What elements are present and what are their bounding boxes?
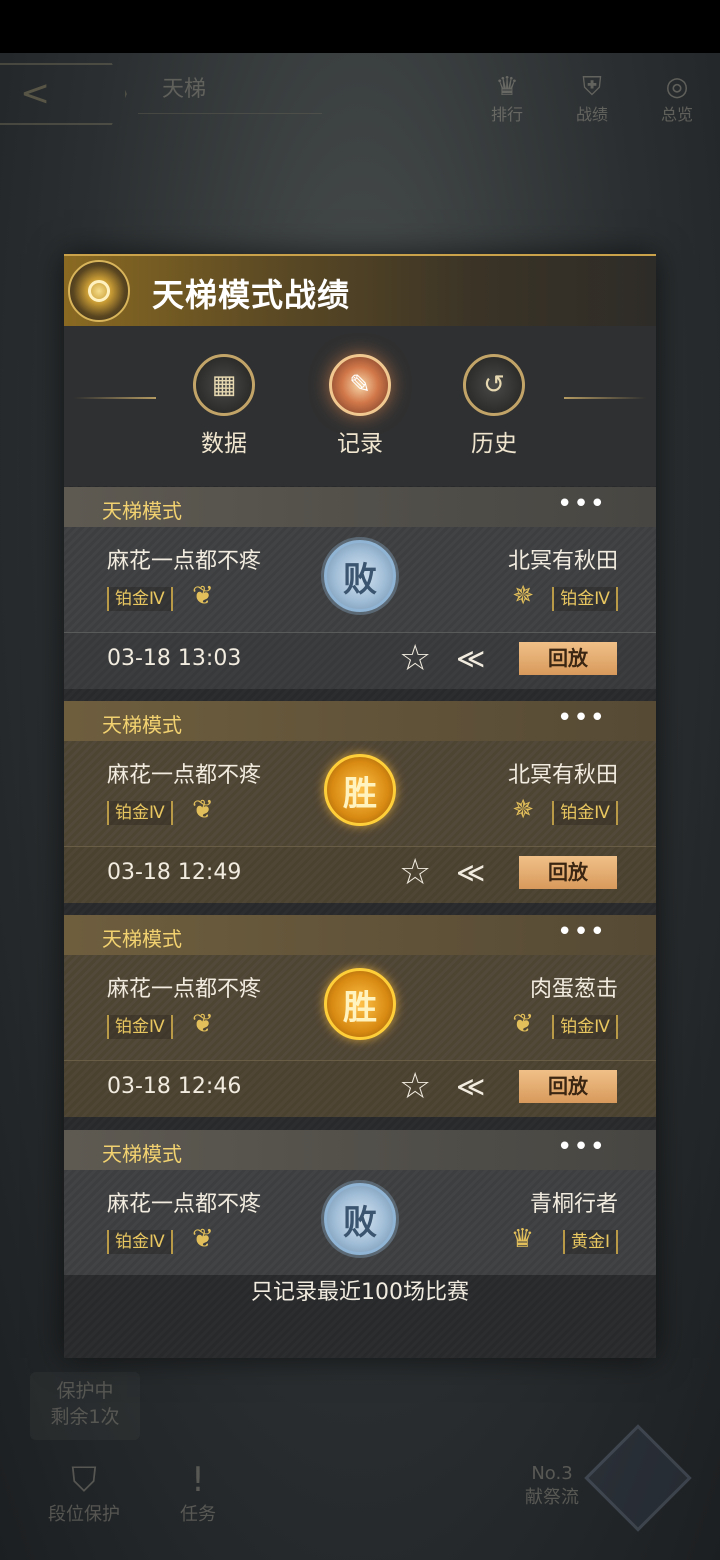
crown-icon: ♛ [510,1224,534,1254]
rank-protect-icon: ⛉ [71,1460,97,1500]
replay-button[interactable]: 回放 [519,642,617,675]
record-footer: 03-18 12:46 ☆ ≪ 回放 [64,1060,656,1117]
class-icon: ❦ [192,1009,214,1039]
match-record[interactable]: 天梯模式 ••• 麻花一点都不疼 铂金Ⅳ ❦ 败 北冥有秋田 ✵ 铂金Ⅳ 03-… [64,487,656,689]
opponent-name: 肉蛋葱击 [529,977,618,1002]
mode-label: 天梯模式 [102,499,182,523]
back-arrow-icon: < [20,73,51,114]
record-header: 天梯模式 ••• [64,915,656,955]
player-rank: 铂金Ⅳ [107,587,173,611]
overview-icon: ◎ [665,72,689,102]
panel-title: 天梯模式战绩 [152,276,351,314]
opponent-rank: 铂金Ⅳ [552,1015,618,1039]
background-title: 天梯 [138,67,322,114]
class-icon: ❦ [192,795,214,825]
record-body: 麻花一点都不疼 铂金Ⅳ ❦ 败 北冥有秋田 ✵ 铂金Ⅳ [64,527,656,632]
class-icon: ❦ [512,1009,534,1039]
divider [564,397,646,399]
result-badge: 败 [324,540,396,612]
overview-button[interactable]: ◎ 总览 [647,73,707,125]
panel-header: 天梯模式战绩 [64,254,656,328]
match-time: 03-18 13:03 [107,646,242,671]
task-button[interactable]: ! 任务 [180,1460,216,1526]
more-button[interactable]: ••• [557,1132,606,1162]
match-record[interactable]: 天梯模式 ••• 麻花一点都不疼 铂金Ⅳ ❦ 胜 北冥有秋田 ✵ 铂金Ⅳ 03-… [64,701,656,903]
player-rank: 铂金Ⅳ [107,1015,173,1039]
history-icon: ↺ [463,354,525,416]
mode-label: 天梯模式 [102,927,182,951]
replay-button[interactable]: 回放 [519,1070,617,1103]
match-record[interactable]: 天梯模式 ••• 麻花一点都不疼 铂金Ⅳ ❦ 胜 肉蛋葱击 ❦ 铂金Ⅳ 03-1… [64,915,656,1117]
rank-protect-button[interactable]: ⛉ 段位保护 [48,1460,120,1526]
share-icon[interactable]: ≪ [456,855,485,891]
star-icon[interactable]: ☆ [399,853,431,893]
player-rank: 铂金Ⅳ [107,1230,173,1254]
result-badge: 胜 [324,968,396,1040]
background-header: < 天梯 ♛ 排行 ⛨ 战绩 ◎ 总览 [0,53,720,143]
ladder-record-panel: 天梯模式战绩 ▦ 数据 ✎ 记录 ↺ 历史 天梯模式 ••• 麻花一点都不疼 铂… [64,254,656,1358]
back-button[interactable]: < [0,63,127,125]
trophy-icon: ♛ [495,72,519,102]
tab-record[interactable]: ✎ 记录 [320,354,400,458]
ladder-emblem-icon [68,260,130,322]
player-rank: 铂金Ⅳ [107,801,173,825]
background-footer: 保护中 剩余1次 ⛉ 段位保护 ! 任务 No.3 献祭流 [0,1370,720,1560]
mode-label: 天梯模式 [102,713,182,737]
record-footer: 03-18 13:03 ☆ ≪ 回放 [64,632,656,689]
player-name: 麻花一点都不疼 [107,763,262,788]
opponent-name: 青桐行者 [529,1192,618,1217]
opponent-rank: 黄金Ⅰ [562,1230,618,1254]
task-icon: ! [191,1460,205,1500]
result-badge: 胜 [324,754,396,826]
record-header: 天梯模式 ••• [64,1130,656,1170]
opponent-name: 北冥有秋田 [507,763,618,788]
divider [74,397,156,399]
class-icon: ❦ [192,1224,214,1254]
record-limit-note: 只记录最近100场比赛 [251,1280,469,1305]
mode-label: 天梯模式 [102,1142,182,1166]
replay-button[interactable]: 回放 [519,856,617,889]
player-name: 麻花一点都不疼 [107,549,262,574]
class-icon: ✵ [512,581,534,611]
chart-icon: ▦ [193,354,255,416]
rank-deck[interactable]: No.3 献祭流 [525,1462,579,1510]
record-header: 天梯模式 ••• [64,487,656,527]
star-icon[interactable]: ☆ [399,1067,431,1107]
match-record[interactable]: 天梯模式 ••• 麻花一点都不疼 铂金Ⅳ ❦ 败 青桐行者 ♛ 黄金Ⅰ [64,1130,656,1275]
record-button[interactable]: ⛨ 战绩 [562,73,622,125]
star-icon[interactable]: ☆ [399,639,431,679]
ranking-button[interactable]: ♛ 排行 [477,73,537,125]
record-body: 麻花一点都不疼 铂金Ⅳ ❦ 胜 北冥有秋田 ✵ 铂金Ⅳ [64,741,656,846]
status-bar [0,0,720,53]
record-body: 麻花一点都不疼 铂金Ⅳ ❦ 败 青桐行者 ♛ 黄金Ⅰ [64,1170,656,1275]
opponent-rank: 铂金Ⅳ [552,587,618,611]
more-button[interactable]: ••• [557,703,606,733]
feather-icon: ✎ [329,354,391,416]
record-footer: 03-18 12:49 ☆ ≪ 回放 [64,846,656,903]
tab-data[interactable]: ▦ 数据 [184,354,264,458]
opponent-name: 北冥有秋田 [507,549,618,574]
match-time: 03-18 12:46 [107,1074,242,1099]
protect-status: 保护中 剩余1次 [30,1372,140,1440]
record-header: 天梯模式 ••• [64,701,656,741]
class-icon: ❦ [192,581,214,611]
player-name: 麻花一点都不疼 [107,1192,262,1217]
result-badge: 败 [324,1183,396,1255]
class-icon: ✵ [512,795,534,825]
tab-history[interactable]: ↺ 历史 [454,354,534,458]
share-icon[interactable]: ≪ [456,641,485,677]
match-time: 03-18 12:49 [107,860,242,885]
tab-bar: ▦ 数据 ✎ 记录 ↺ 历史 [64,326,656,486]
rank-emblem-icon [584,1424,692,1532]
player-name: 麻花一点都不疼 [107,977,262,1002]
share-icon[interactable]: ≪ [456,1069,485,1105]
record-body: 麻花一点都不疼 铂金Ⅳ ❦ 胜 肉蛋葱击 ❦ 铂金Ⅳ [64,955,656,1060]
more-button[interactable]: ••• [557,917,606,947]
opponent-rank: 铂金Ⅳ [552,801,618,825]
more-button[interactable]: ••• [557,489,606,519]
shield-icon: ⛨ [582,72,602,102]
